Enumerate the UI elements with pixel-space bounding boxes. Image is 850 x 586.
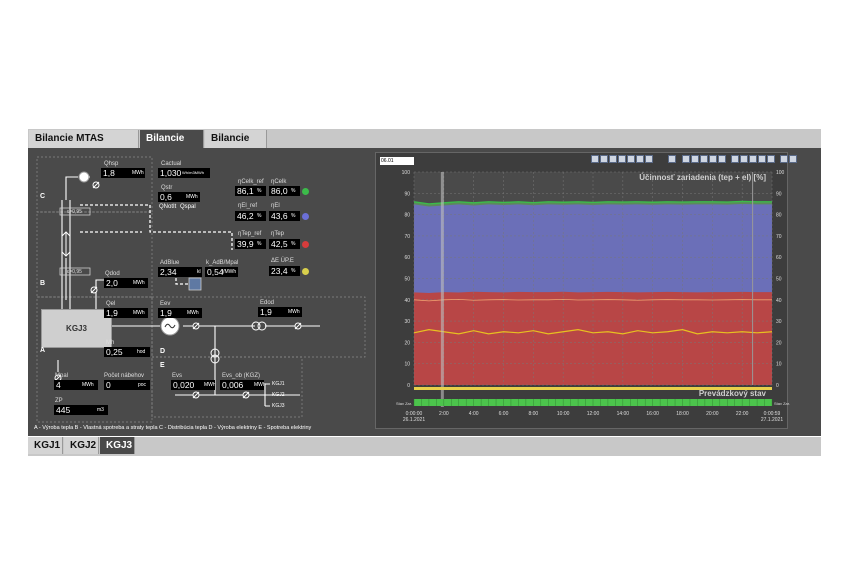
- x-end-date: 27.1.2021: [761, 417, 783, 423]
- y-tick-label: 0: [407, 383, 410, 389]
- efficiency-chart[interactable]: 0 0 10 10 20 20 30 30 40 40 50 50 60 60 70 70 80 80 90 90 10…: [0, 0, 850, 586]
- y-tick-label-right: 80: [776, 213, 782, 219]
- x-start-date: 26.1.2021: [403, 417, 425, 423]
- y-tick-label: 90: [404, 191, 410, 197]
- x-tick-label: 8:00: [528, 411, 538, 417]
- y-tick-label-right: 60: [776, 255, 782, 261]
- y-tick-label-right: 0: [776, 383, 779, 389]
- x-tick-label: 18:00: [676, 411, 689, 417]
- y-tick-label: 40: [404, 298, 410, 304]
- status-label-right: Stav Zar.: [774, 401, 790, 406]
- x-tick-label: 4:00: [469, 411, 479, 417]
- y-tick-label-right: 70: [776, 234, 782, 240]
- y-tick-label-right: 50: [776, 277, 782, 283]
- status-label-left: Stav Zar.: [396, 401, 412, 406]
- x-tick-label: 12:00: [587, 411, 600, 417]
- y-tick-label: 60: [404, 255, 410, 261]
- y-tick-label-right: 90: [776, 191, 782, 197]
- y-tick-label: 70: [404, 234, 410, 240]
- chart-title: Účinnosť zariadenia (tep + el) [%]: [639, 173, 766, 182]
- x-tick-label: 6:00: [499, 411, 509, 417]
- tab-kgj2[interactable]: KGJ2: [64, 437, 99, 454]
- tab-kgj3[interactable]: KGJ3: [100, 437, 135, 454]
- x-tick-label: 22:00: [736, 411, 749, 417]
- bottom-tab-bar: [28, 437, 821, 456]
- chart-cursor: [440, 172, 444, 407]
- y-tick-label-right: 10: [776, 362, 782, 368]
- y-tick-label-right: 30: [776, 319, 782, 325]
- y-tick-label: 30: [404, 319, 410, 325]
- y-tick-label: 100: [402, 170, 411, 176]
- x-tick-label: 20:00: [706, 411, 719, 417]
- y-tick-label-right: 20: [776, 340, 782, 346]
- x-tick-label: 10:00: [557, 411, 570, 417]
- status-title: Prevádzkový stav: [699, 389, 767, 398]
- y-tick-label: 80: [404, 213, 410, 219]
- x-tick-label: 16:00: [646, 411, 659, 417]
- x-tick-label: 14:00: [617, 411, 630, 417]
- y-tick-label: 50: [404, 277, 410, 283]
- x-tick-label: 2:00: [439, 411, 449, 417]
- y-tick-label-right: 100: [776, 170, 785, 176]
- y-tick-label-right: 40: [776, 298, 782, 304]
- tab-kgj1[interactable]: KGJ1: [28, 437, 63, 454]
- y-tick-label: 10: [404, 362, 410, 368]
- y-tick-label: 20: [404, 340, 410, 346]
